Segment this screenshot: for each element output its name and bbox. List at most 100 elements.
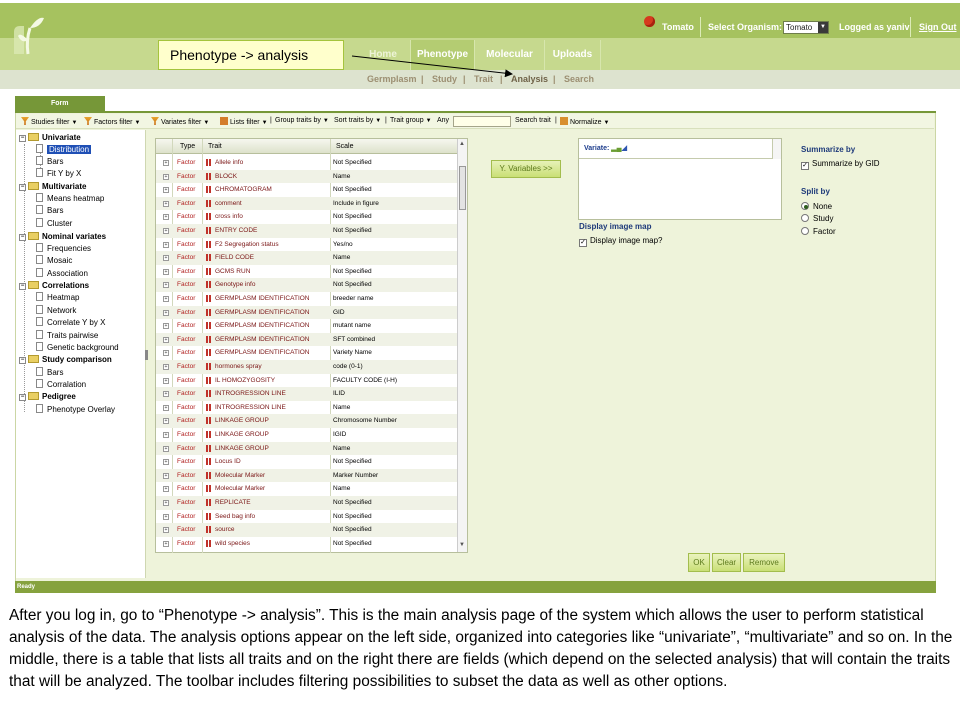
table-row[interactable]: + Factor LINKAGE GROUP Chromosome Number (156, 414, 457, 428)
expand-icon[interactable]: + (163, 282, 169, 289)
expand-icon[interactable]: + (163, 200, 169, 207)
expand-icon[interactable]: + (163, 241, 169, 248)
table-row[interactable]: + Factor LINKAGE GROUP IGID (156, 428, 457, 442)
expand-icon[interactable]: + (163, 377, 169, 384)
expand-icon[interactable]: + (163, 459, 169, 466)
subtab-germplasm[interactable]: Germplasm (367, 74, 417, 84)
subtab-analysis[interactable]: Analysis (511, 74, 548, 84)
expand-icon[interactable]: + (163, 296, 169, 302)
expand-icon[interactable]: + (163, 404, 169, 411)
tree-item-network[interactable]: Network (36, 305, 76, 317)
table-row[interactable]: + Factor BLOCK Name (156, 169, 457, 184)
table-row[interactable]: + Factor GERMPLASM IDENTIFICATION GID (156, 305, 457, 320)
expand-icon[interactable]: + (163, 540, 169, 547)
organism-select[interactable]: Tomato ▼ (783, 21, 829, 34)
table-row[interactable]: + Factor F2 Segregation status Yes/no (156, 238, 457, 252)
table-row[interactable]: + Factor GERMPLASM IDENTIFICATION mutant na… (156, 319, 457, 333)
factors-filter-button[interactable]: Factors filter ▼ (84, 117, 140, 126)
expand-icon[interactable]: + (163, 350, 169, 357)
table-row[interactable]: + Factor cross info Not Specified (156, 210, 457, 224)
table-row[interactable]: + Factor LINKAGE GROUP Name (156, 441, 457, 456)
expand-icon[interactable]: + (163, 486, 169, 493)
table-row[interactable]: + Factor hormones spray code (0-1) (156, 360, 457, 374)
tree-cat-multivariate[interactable]: − Multivariate (19, 181, 86, 193)
form-tab[interactable]: Form (15, 96, 105, 111)
tree-item-bars[interactable]: Bars (36, 205, 63, 217)
scrollbar-thumb[interactable] (459, 166, 466, 210)
table-row[interactable]: + Factor GERMPLASM IDENTIFICATION breeder n… (156, 292, 457, 306)
table-row[interactable]: + Factor Genotype info Not Specified (156, 278, 457, 292)
panel-splitter[interactable] (145, 350, 148, 360)
tree-item-phenotype-overlay[interactable]: Phenotype Overlay (36, 404, 115, 416)
expand-icon[interactable]: + (163, 527, 169, 534)
expand-icon[interactable]: + (163, 364, 169, 370)
expand-icon[interactable]: + (163, 160, 169, 166)
tree-item-heatmap[interactable]: Heatmap (36, 292, 79, 304)
table-row[interactable]: + Factor IL HOMOZYGOSITY FACULTY CODE (I-H) (156, 374, 457, 388)
tree-cat-study-comparison[interactable]: − Study comparison (19, 354, 112, 366)
lists-filter-button[interactable]: Lists filter ▼ (220, 117, 268, 126)
table-row[interactable]: + Factor Locus ID Not Specified (156, 455, 457, 469)
expand-icon[interactable]: + (163, 228, 169, 234)
remove-button[interactable]: Remove (743, 553, 785, 572)
table-row[interactable]: + Factor GERMPLASM IDENTIFICATION SFT combi… (156, 332, 457, 347)
ok-button[interactable]: OK (688, 553, 710, 572)
tree-item-bars[interactable]: Bars (36, 156, 63, 168)
variate-scrollbar[interactable] (772, 139, 781, 159)
tree-item-bars[interactable]: Bars (36, 367, 63, 379)
table-row[interactable]: + Factor FIELD CODE Name (156, 251, 457, 265)
column-header-trait[interactable]: Trait (208, 143, 222, 150)
tree-item-correlate-y-by-x[interactable]: Correlate Y by X (36, 317, 105, 329)
tree-item-means-heatmap[interactable]: Means heatmap (36, 193, 104, 205)
studies-filter-button[interactable]: Studies filter ▼ (21, 117, 77, 126)
table-row[interactable]: + Factor INTROGRESSION LINE Name (156, 401, 457, 415)
tree-item-association[interactable]: Association (36, 268, 88, 280)
tab-uploads[interactable]: Uploads (545, 40, 601, 70)
search-trait-input[interactable] (453, 116, 511, 127)
table-row[interactable]: + Factor REPLICATE Not Specified (156, 496, 457, 510)
sort-traits-by-button[interactable]: Sort traits by ▼ (334, 117, 381, 124)
tree-item-cluster[interactable]: Cluster (36, 218, 72, 230)
subtab-search[interactable]: Search (564, 74, 594, 84)
column-header-scale[interactable]: Scale (336, 143, 354, 150)
table-row[interactable]: + Factor source Not Specified (156, 523, 457, 537)
tree-cat-univariate[interactable]: − Univariate (19, 132, 81, 144)
table-row[interactable]: + Factor Allele info Not Specified (156, 156, 457, 170)
table-row[interactable]: + Factor GCMS RUN Not Specified (156, 265, 457, 279)
expand-icon[interactable]: + (163, 255, 169, 262)
tree-cat-nominal-variates[interactable]: − Nominal variates (19, 231, 106, 243)
expand-icon[interactable]: + (163, 472, 169, 479)
tree-cat-pedigree[interactable]: − Pedigree (19, 391, 76, 403)
normalize-button[interactable]: Normalize ▼ (560, 117, 609, 126)
scroll-down-icon[interactable]: ▼ (457, 542, 467, 552)
table-row[interactable]: + Factor GERMPLASM IDENTIFICATION Variety N… (156, 346, 457, 360)
sign-out-link[interactable]: Sign Out (919, 22, 957, 32)
summarize-by-gid-checkbox[interactable]: ✓ Summarize by GID (801, 159, 880, 170)
expand-icon[interactable]: + (163, 309, 169, 316)
table-row[interactable]: + Factor CHROMATOGRAM Not Specified (156, 183, 457, 197)
tree-item-genetic-background[interactable]: Genetic background (36, 342, 119, 354)
tree-cat-correlations[interactable]: − Correlations (19, 280, 89, 292)
subtab-trait[interactable]: Trait (474, 74, 493, 84)
expand-icon[interactable]: + (163, 432, 169, 438)
split-by-factor-radio[interactable]: Factor (801, 227, 836, 236)
expand-icon[interactable]: + (163, 268, 169, 275)
scroll-up-icon[interactable]: ▲ (457, 141, 467, 151)
trait-group-select[interactable]: Trait group ▼ (390, 117, 432, 124)
tree-item-mosaic[interactable]: Mosaic (36, 255, 72, 267)
table-row[interactable]: + Factor INTROGRESSION LINE ILID (156, 387, 457, 401)
expand-icon[interactable]: + (163, 336, 169, 343)
expand-icon[interactable]: + (163, 391, 169, 398)
tab-home[interactable]: Home (356, 40, 411, 70)
tree-item-fit-y-by-x[interactable]: Fit Y by X (36, 168, 81, 180)
table-row[interactable]: + Factor Molecular Marker Name (156, 482, 457, 496)
split-by-none-radio[interactable]: None (801, 202, 832, 211)
column-header-type[interactable]: Type (180, 143, 195, 150)
table-row[interactable]: + Factor Seed bag info Not Specified (156, 510, 457, 524)
expand-icon[interactable]: + (163, 500, 169, 506)
expand-icon[interactable]: + (163, 173, 169, 180)
display-image-map-checkbox[interactable]: ✓ Display image map? (579, 236, 662, 247)
expand-icon[interactable]: + (163, 445, 169, 452)
tree-item-traits-pairwise[interactable]: Traits pairwise (36, 330, 98, 342)
group-traits-by-button[interactable]: Group traits by ▼ (275, 117, 329, 124)
